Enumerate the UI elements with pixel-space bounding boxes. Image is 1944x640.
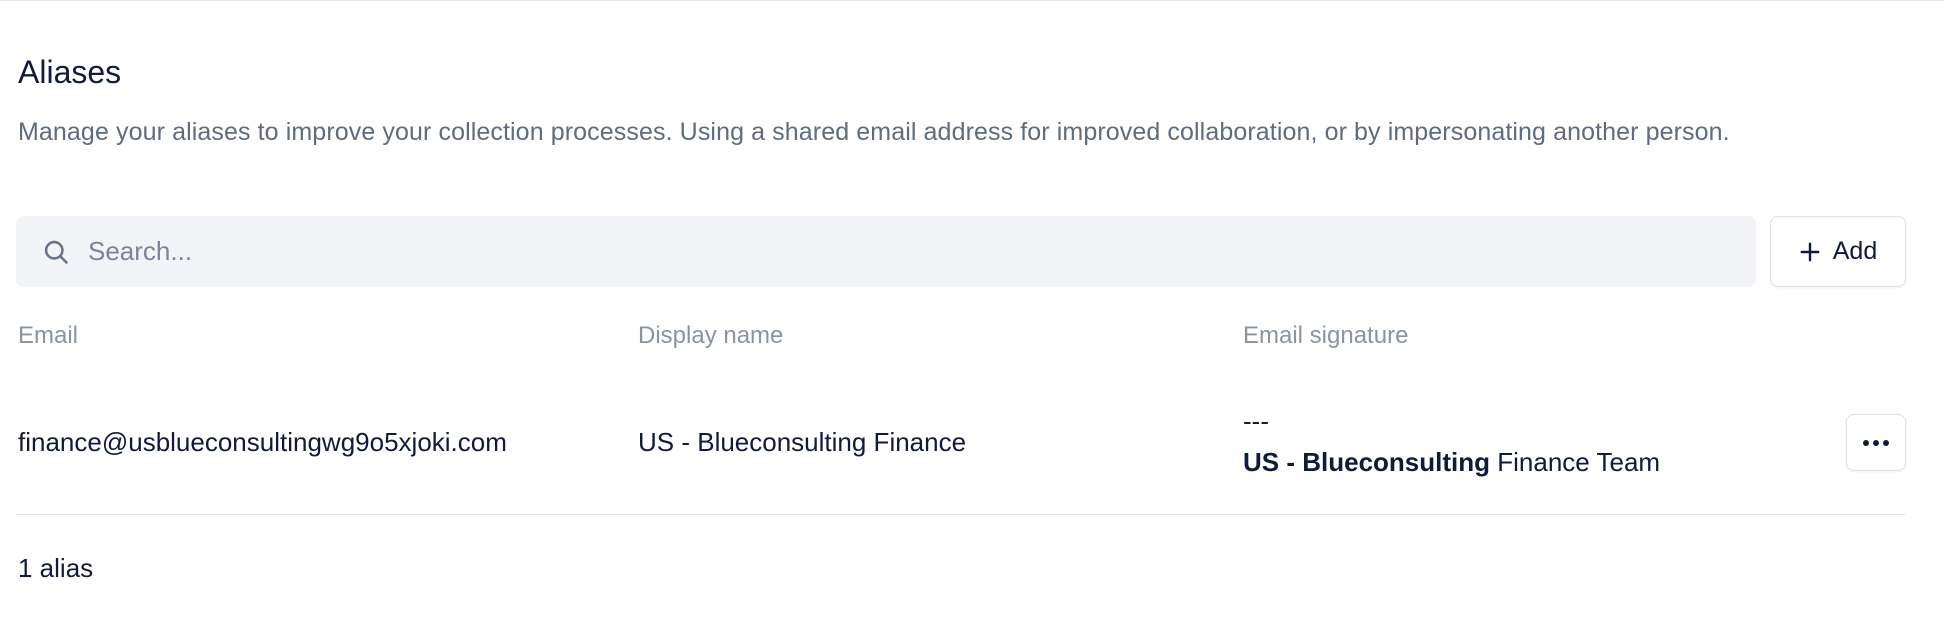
signature-bold-text: US - Blueconsulting xyxy=(1243,447,1490,477)
page-description: Manage your aliases to improve your coll… xyxy=(18,118,1730,146)
signature-rest-text: Finance Team xyxy=(1497,447,1661,477)
page-title: Aliases xyxy=(18,54,122,90)
row-actions-button[interactable] xyxy=(1846,414,1906,471)
column-header-email-signature: Email signature xyxy=(1243,322,1409,349)
alias-display-name: US - Blueconsulting Finance xyxy=(638,427,967,457)
alias-email: finance@usblueconsultingwg9o5xjoki.com xyxy=(18,427,507,457)
more-horizontal-icon xyxy=(1863,439,1889,446)
row-divider xyxy=(16,514,1906,515)
plus-icon xyxy=(1800,242,1820,261)
top-divider xyxy=(0,0,1944,1)
add-button-label: Add xyxy=(1832,237,1878,265)
search-bar xyxy=(16,216,1756,287)
search-input[interactable] xyxy=(88,216,1728,287)
alias-email-signature: US - Blueconsulting Finance Team xyxy=(1243,447,1660,478)
search-icon xyxy=(44,240,68,264)
add-alias-button[interactable]: Add xyxy=(1770,216,1906,287)
column-header-email: Email xyxy=(18,322,79,349)
alias-count: 1 alias xyxy=(18,553,94,583)
signature-separator: --- xyxy=(1243,406,1269,436)
column-header-display-name: Display name xyxy=(638,322,784,349)
